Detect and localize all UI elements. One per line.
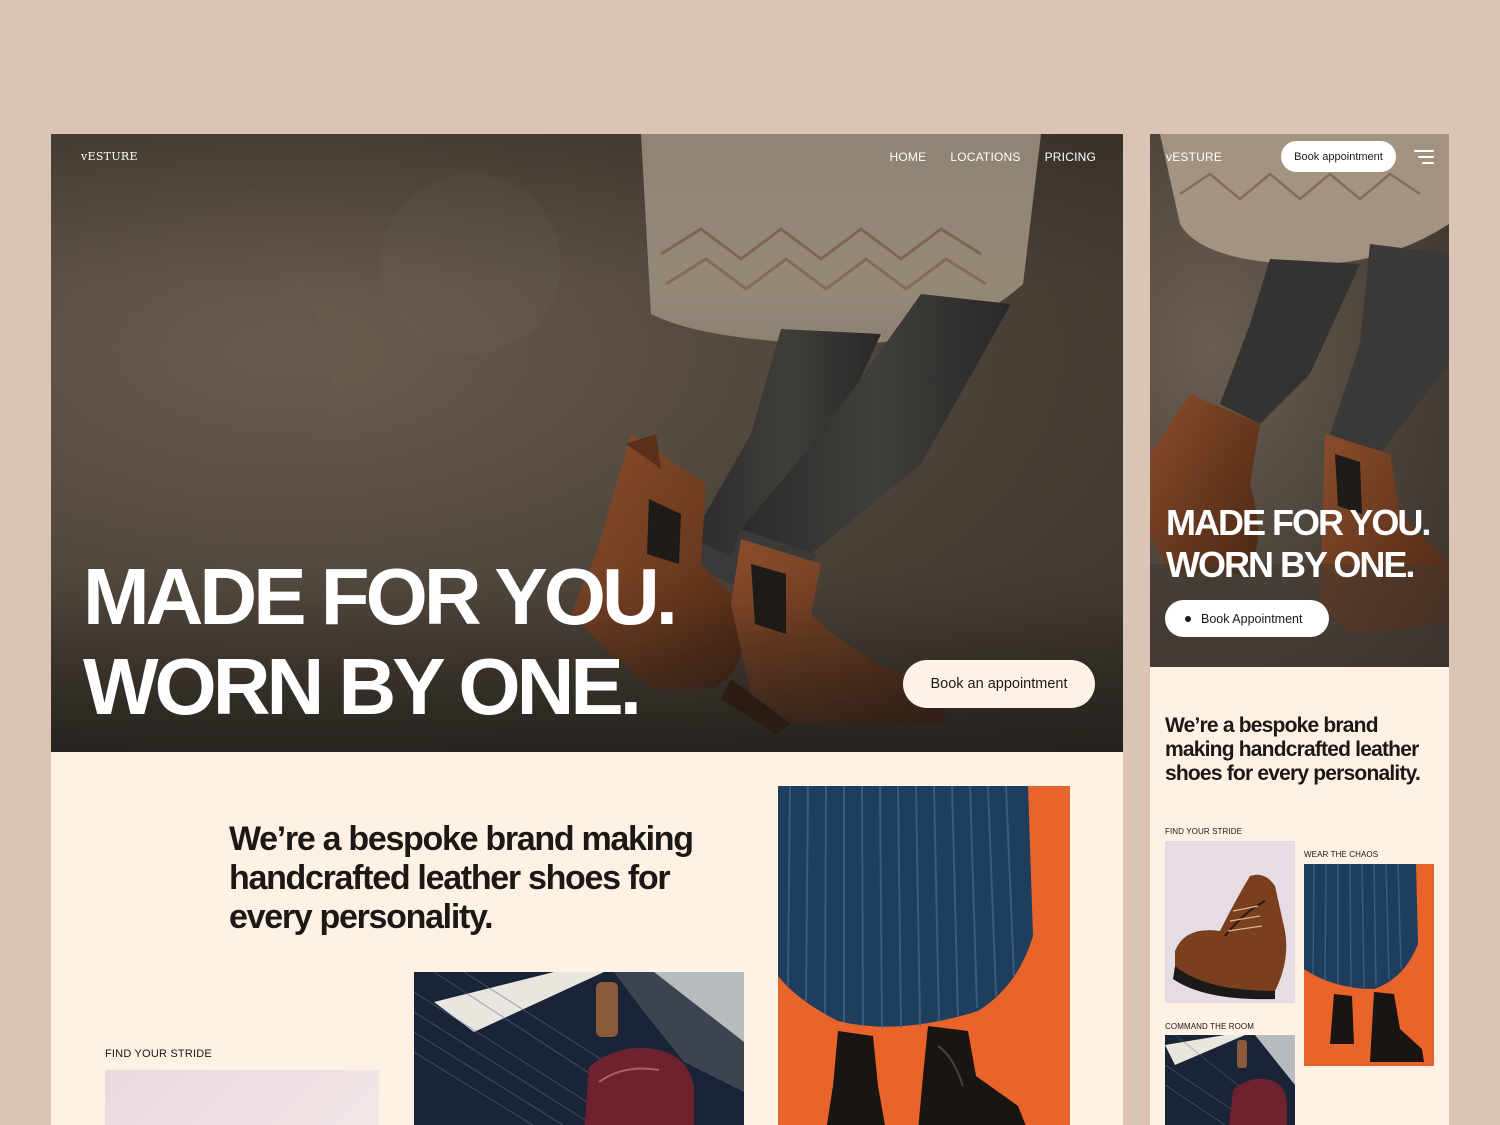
mobile-caption-command-the-room: COMMAND THE ROOM: [1165, 1022, 1255, 1031]
find-your-stride-caption: FIND YOUR STRIDE: [105, 1048, 212, 1060]
hero-headline-line-2: WORN BY ONE.: [83, 642, 642, 731]
hamburger-menu-icon[interactable]: [1414, 149, 1434, 165]
brown-shoe-photo: [1165, 841, 1295, 1003]
mobile-pleated-skirt-photo: [1304, 864, 1434, 1066]
mobile-brand-logo[interactable]: vESTURE: [1166, 150, 1222, 164]
mobile-hero-photo-boots: [1150, 134, 1449, 667]
mobile-wear-the-chaos-image[interactable]: [1304, 864, 1434, 1066]
brand-intro: We’re a bespoke brand making handcrafted…: [229, 820, 694, 936]
bullet-dot-icon: [1185, 615, 1191, 622]
hero-headline-line-1: MADE FOR YOU.: [83, 552, 678, 641]
wear-the-chaos-image[interactable]: [778, 786, 1070, 1125]
mobile-book-appointment-button[interactable]: Book appointment: [1281, 141, 1396, 172]
pleated-skirt-photo: [778, 786, 1070, 1125]
hero-headline: MADE FOR YOU. WORN BY ONE.: [83, 552, 678, 732]
hero-section: vESTURE HOME LOCATIONS PRICING MADE FOR …: [51, 134, 1123, 752]
nav-pricing[interactable]: PRICING: [1045, 150, 1096, 164]
mobile-suit-shoe-photo: [1165, 1035, 1295, 1125]
mobile-caption-wear-the-chaos: WEAR THE CHAOS: [1304, 850, 1379, 859]
desktop-preview: vESTURE HOME LOCATIONS PRICING MADE FOR …: [51, 134, 1123, 1125]
mobile-find-your-stride-image[interactable]: [1165, 841, 1295, 1003]
mobile-brand-intro: We’re a bespoke brand making handcrafted…: [1165, 714, 1421, 785]
find-your-stride-image[interactable]: [105, 1070, 379, 1125]
mobile-hero-headline-line-1: MADE FOR YOU.: [1166, 502, 1431, 543]
mobile-preview: vESTURE Book appointment MADE FOR YOU. W…: [1150, 134, 1449, 1125]
nav-locations[interactable]: LOCATIONS: [950, 150, 1020, 164]
suit-shoe-photo: [414, 972, 744, 1125]
mobile-hero-headline: MADE FOR YOU. WORN BY ONE.: [1166, 502, 1431, 586]
mobile-hero-headline-line-2: WORN BY ONE.: [1166, 544, 1415, 585]
mobile-hero-cta-label: Book Appointment: [1201, 611, 1303, 626]
mobile-caption-find-your-stride: FIND YOUR STRIDE: [1165, 827, 1243, 836]
brand-logo[interactable]: vESTURE: [81, 150, 138, 163]
book-appointment-button[interactable]: Book an appointment: [903, 660, 1095, 708]
nav-home[interactable]: HOME: [890, 150, 927, 164]
mobile-command-the-room-image[interactable]: [1165, 1035, 1295, 1125]
mobile-hero-section: vESTURE Book appointment MADE FOR YOU. W…: [1150, 134, 1449, 667]
mobile-hero-cta-button[interactable]: Book Appointment: [1165, 600, 1329, 637]
main-nav: HOME LOCATIONS PRICING: [890, 150, 1096, 164]
command-the-room-image[interactable]: [414, 972, 744, 1125]
